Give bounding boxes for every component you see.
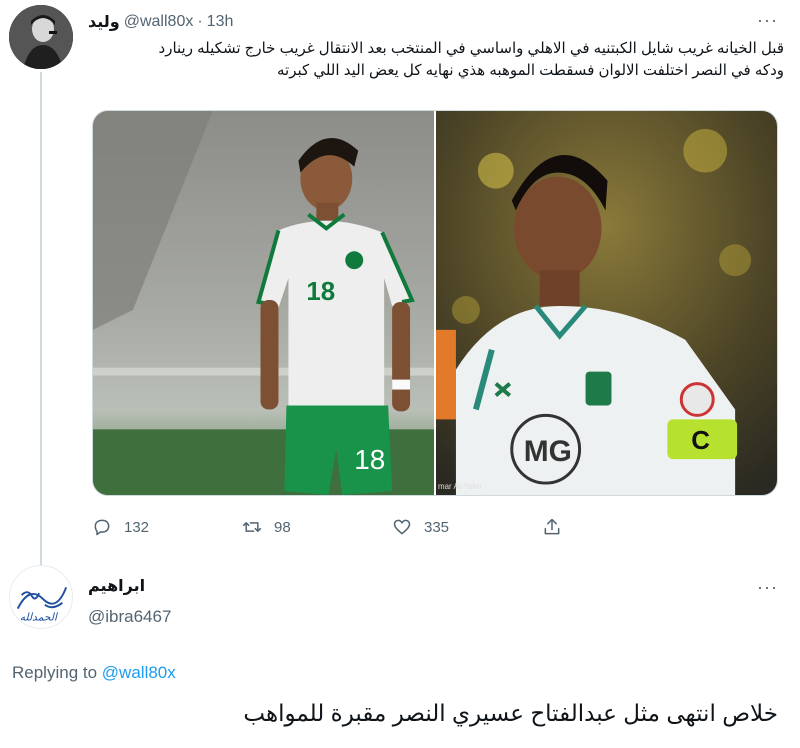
- separator-dot: ·: [197, 13, 203, 30]
- avatar[interactable]: الحمدلله: [9, 565, 73, 629]
- retweet-icon: [242, 522, 262, 532]
- tweet-original[interactable]: وليد @wall80x · 13h ··· قبل الخيانه غريب…: [0, 0, 800, 570]
- handle[interactable]: @wall80x: [124, 13, 194, 31]
- reply-count: 132: [124, 518, 150, 536]
- replying-label: Replying to: [12, 663, 98, 682]
- armband-letter: C: [691, 427, 710, 455]
- tweet-text: قبل الخيانه غريب شايل الكبتنيه في الاهلي…: [84, 38, 784, 82]
- avatar-signature: الحمدلله: [20, 610, 58, 623]
- more-options-icon[interactable]: ···: [757, 10, 778, 31]
- timeline: وليد @wall80x · 13h ··· قبل الخيانه غريب…: [0, 0, 800, 748]
- retweet-count: 98: [274, 518, 291, 536]
- avatar[interactable]: [9, 5, 73, 69]
- tweet-text-line: ودكه في النصر اختلفت الالوان فسقطت الموه…: [277, 62, 784, 79]
- tweet-reply[interactable]: الحمدلله ابراهيم @ibra6467 ··· Replying …: [0, 557, 800, 748]
- tweet-header: وليد @wall80x · 13h: [88, 12, 233, 32]
- timestamp[interactable]: 13h: [207, 13, 234, 31]
- more-options-icon[interactable]: ···: [757, 577, 778, 598]
- thread-connector-line: [40, 72, 42, 570]
- tweet-actions: 132 98 335: [92, 512, 692, 542]
- replying-handle-link[interactable]: @wall80x: [102, 663, 176, 682]
- shorts-number: 18: [354, 444, 385, 475]
- like-count: 335: [424, 518, 450, 536]
- retweet-button[interactable]: 98: [242, 517, 392, 537]
- reply-button[interactable]: 132: [92, 517, 242, 537]
- photo-player-left[interactable]: 18 18: [93, 111, 434, 495]
- tweet-text: خلاص انتهى مثل عبدالفتاح عسيري النصر مقب…: [243, 700, 778, 726]
- display-name[interactable]: وليد: [88, 12, 120, 32]
- jersey-number-front: 18: [306, 278, 335, 306]
- handle[interactable]: @ibra6467: [88, 607, 171, 627]
- tweet-text-line: قبل الخيانه غريب شايل الكبتنيه في الاهلي…: [158, 40, 784, 57]
- photo-watermark: mar Al-Yahri: [438, 482, 481, 491]
- reply-icon: [94, 519, 110, 536]
- share-icon: [544, 518, 560, 535]
- share-button[interactable]: [542, 517, 692, 537]
- replying-to: Replying to @wall80x: [12, 663, 176, 683]
- like-button[interactable]: 335: [392, 517, 542, 537]
- sponsor-logo-text: MG: [524, 435, 572, 468]
- display-name[interactable]: ابراهيم: [88, 576, 145, 596]
- media-grid[interactable]: 18 18 MG C mar Al-Yahri: [92, 110, 778, 496]
- heart-icon: [393, 519, 411, 535]
- photo-player-right[interactable]: MG C mar Al-Yahri: [436, 111, 777, 495]
